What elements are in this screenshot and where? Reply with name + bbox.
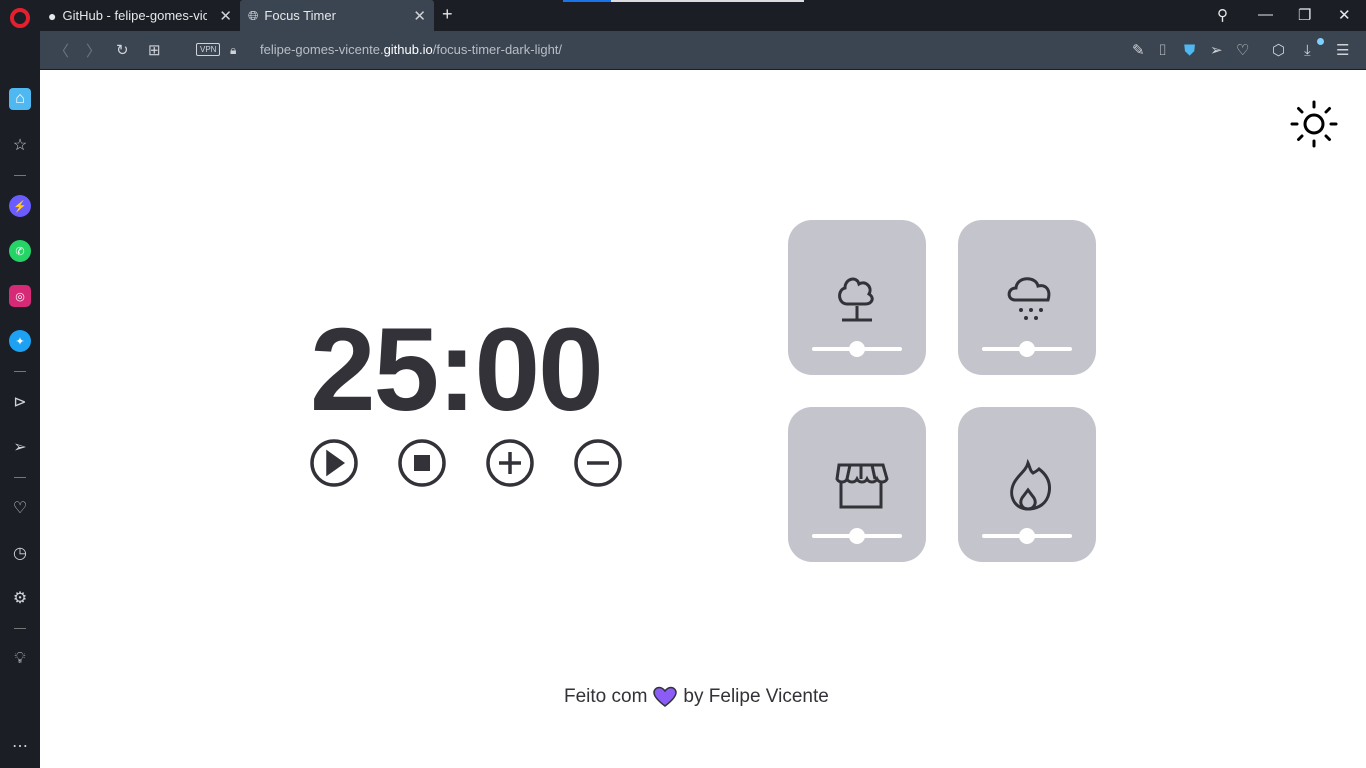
lock-icon[interactable]: 🔒︎ [230,43,236,58]
play-button[interactable] [309,438,359,488]
new-tab-button[interactable]: + [442,4,453,25]
heart-icon[interactable]: ♡ [9,497,31,519]
home-icon[interactable]: ⌂ [9,88,31,110]
opera-logo[interactable] [10,8,30,28]
divider [14,628,26,629]
tabs-grid-icon[interactable]: ⊞ [148,41,161,59]
volume-slider[interactable] [812,528,902,544]
sound-card-rain[interactable] [958,220,1096,375]
whatsapp-icon[interactable]: ✆ [9,240,31,262]
forward-icon[interactable]: 〉 [86,40,101,61]
sound-card-fireplace[interactable] [958,407,1096,562]
history-icon[interactable]: ◷ [9,542,31,564]
messenger-icon[interactable]: ⚡ [9,195,31,217]
notification-dot [1317,38,1324,45]
tree-icon [838,277,874,322]
star-icon[interactable]: ☆ [9,134,31,156]
progress-indicator [611,0,804,2]
address-bar: 〈 〉 ↻ ⊞ VPN 🔒︎ felipe-gomes-vicente.gith… [40,31,1366,69]
store-icon [835,463,889,509]
back-icon[interactable]: 〈 [54,40,69,61]
github-icon: ● [48,7,57,24]
minimize-button[interactable]: — [1258,6,1273,23]
tab-bar: ● GitHub - felipe-gomes-vicente ✕ 🌐︎ Foc… [0,0,1366,31]
divider [14,371,26,372]
settings-icon[interactable]: ⚙ [9,587,31,609]
sound-card-coffee-shop[interactable] [788,407,926,562]
divider [14,175,26,176]
player-icon[interactable]: ⊳ [9,391,31,413]
volume-slider-knob[interactable] [849,528,865,544]
cube-icon[interactable]: ⬡ [1272,41,1285,59]
more-icon[interactable]: ⋯ [9,735,31,757]
focus-timer-page: 25:00 Feito com by Felipe Vicente [40,70,1366,768]
volume-slider-knob[interactable] [849,341,865,357]
rain-cloud-icon [1007,277,1051,320]
volume-slider[interactable] [982,528,1072,544]
instagram-icon[interactable]: ◎ [9,285,31,307]
volume-slider-knob[interactable] [1019,528,1035,544]
heart-icon[interactable]: ♡ [1236,41,1249,59]
send-icon[interactable]: ➢ [1210,41,1223,59]
volume-slider-knob[interactable] [1019,341,1035,357]
send-icon[interactable]: ➢ [9,436,31,458]
restore-button[interactable]: ❐ [1298,6,1311,24]
volume-slider[interactable] [982,341,1072,357]
heart-icon [653,686,678,707]
stop-button[interactable] [397,438,447,488]
shield-icon[interactable]: ⛊ [1184,42,1195,59]
flame-icon [1010,458,1051,511]
easy-setup-icon[interactable]: ☰ [1336,41,1349,59]
globe-icon: 🌐︎ [248,7,259,23]
sound-card-forest[interactable] [788,220,926,375]
edit-icon[interactable]: ✎ [1132,41,1145,59]
url-field[interactable]: felipe-gomes-vicente.github.io/focus-tim… [260,42,562,57]
volume-slider[interactable] [812,341,902,357]
close-tab-icon[interactable]: ✕ [413,7,426,25]
close-tab-icon[interactable]: ✕ [219,7,232,25]
footer-prefix: Feito com [564,686,648,707]
divider [14,477,26,478]
tab-focus-timer[interactable]: 🌐︎ Focus Timer ✕ [240,0,434,31]
vpn-badge[interactable]: VPN [196,43,221,56]
plus-button[interactable] [485,438,535,488]
footer: Feito com by Felipe Vicente [564,686,829,708]
timer-display: 25:00 [310,304,604,436]
progress-indicator [563,0,611,2]
close-window-button[interactable]: ✕ [1338,6,1351,24]
sidebar: ⌂ ☆ ⚡ ✆ ◎ ✦ ⊳ ➢ ♡ ◷ ⚙ 💡︎ ⋯ [0,8,40,768]
footer-author: by Felipe Vicente [683,686,829,707]
reload-icon[interactable]: ↻ [116,41,129,59]
twitter-icon[interactable]: ✦ [9,330,31,352]
download-icon[interactable]: ⤓ [1304,42,1311,59]
search-tabs-icon[interactable]: ⚲ [1217,6,1228,24]
sun-icon[interactable] [1290,100,1338,148]
camera-icon[interactable]: ⌷ [1158,42,1167,59]
lightbulb-icon[interactable]: 💡︎ [9,648,31,670]
tab-github[interactable]: ● GitHub - felipe-gomes-vicente ✕ [40,0,240,31]
minus-button[interactable] [573,438,623,488]
